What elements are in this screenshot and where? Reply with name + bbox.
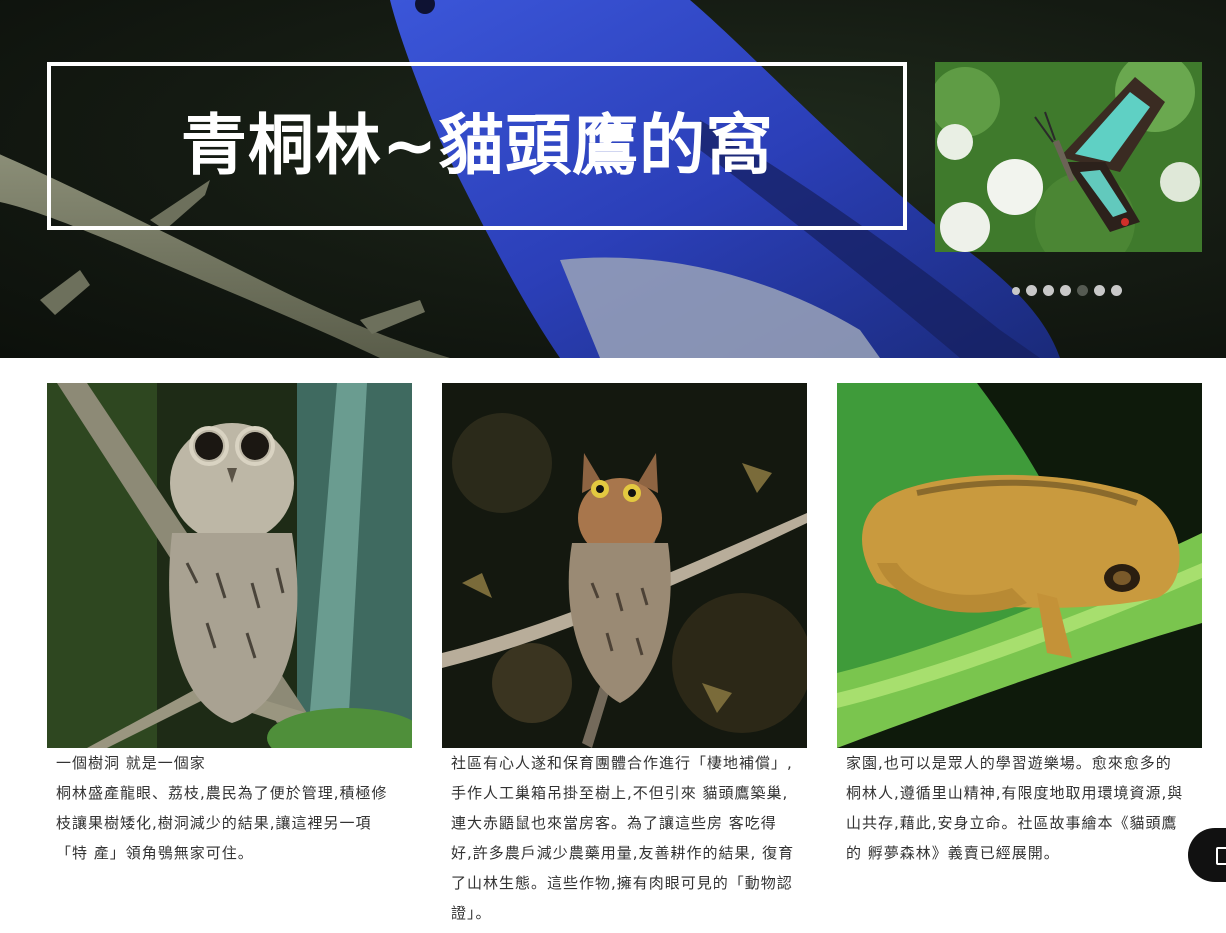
page-title: 青桐林~貓頭鷹的窩 (180, 107, 774, 184)
hero-title-frame: 青桐林~貓頭鷹的窩 (47, 62, 907, 230)
slider-dot[interactable] (1060, 285, 1071, 296)
card-body: 社區有心人遂和保育團體合作進行「棲地補償」,手作人工巢箱吊掛至樹上,不但引來 貓… (451, 754, 795, 922)
owl-on-branch-photo[interactable] (442, 383, 807, 748)
document-icon (1216, 847, 1226, 865)
slider-dot[interactable] (1012, 286, 1020, 295)
hero-banner: 青桐林~貓頭鷹的窩 (0, 0, 1226, 358)
card-text: 家園,也可以是眾人的學習遊樂場。愈來愈多的 桐林人,遵循里山精神,有限度地取用環… (837, 748, 1202, 868)
butterfly-image (935, 62, 1202, 252)
story-card: 社區有心人遂和保育團體合作進行「棲地補償」,手作人工巢箱吊掛至樹上,不但引來 貓… (442, 383, 807, 928)
card-body: 桐林盛產龍眼、荔枝,農民為了便於管理,積極修枝讓果樹矮化,樹洞減少的結果,讓這裡… (56, 784, 388, 862)
slider-pagination (1012, 285, 1122, 296)
card-caption: 一個樹洞 就是一個家 (56, 754, 206, 772)
scops-owl-photo[interactable] (47, 383, 412, 748)
card-text: 一個樹洞 就是一個家 桐林盛產龍眼、荔枝,農民為了便於管理,積極修枝讓果樹矮化,… (47, 748, 412, 868)
tree-frog-photo[interactable] (837, 383, 1202, 748)
slider-dot-active[interactable] (1077, 285, 1088, 296)
card-text: 社區有心人遂和保育團體合作進行「棲地補償」,手作人工巢箱吊掛至樹上,不但引來 貓… (442, 748, 807, 928)
slider-dot[interactable] (1111, 285, 1122, 296)
story-card: 一個樹洞 就是一個家 桐林盛產龍眼、荔枝,農民為了便於管理,積極修枝讓果樹矮化,… (47, 383, 412, 868)
slider-dot[interactable] (1094, 285, 1105, 296)
card-body: 家園,也可以是眾人的學習遊樂場。愈來愈多的 桐林人,遵循里山精神,有限度地取用環… (846, 754, 1184, 862)
hero-thumbnail[interactable] (935, 62, 1202, 252)
slider-dot[interactable] (1026, 285, 1037, 296)
slider-dot[interactable] (1043, 285, 1054, 296)
story-card: 家園,也可以是眾人的學習遊樂場。愈來愈多的 桐林人,遵循里山精神,有限度地取用環… (837, 383, 1202, 868)
